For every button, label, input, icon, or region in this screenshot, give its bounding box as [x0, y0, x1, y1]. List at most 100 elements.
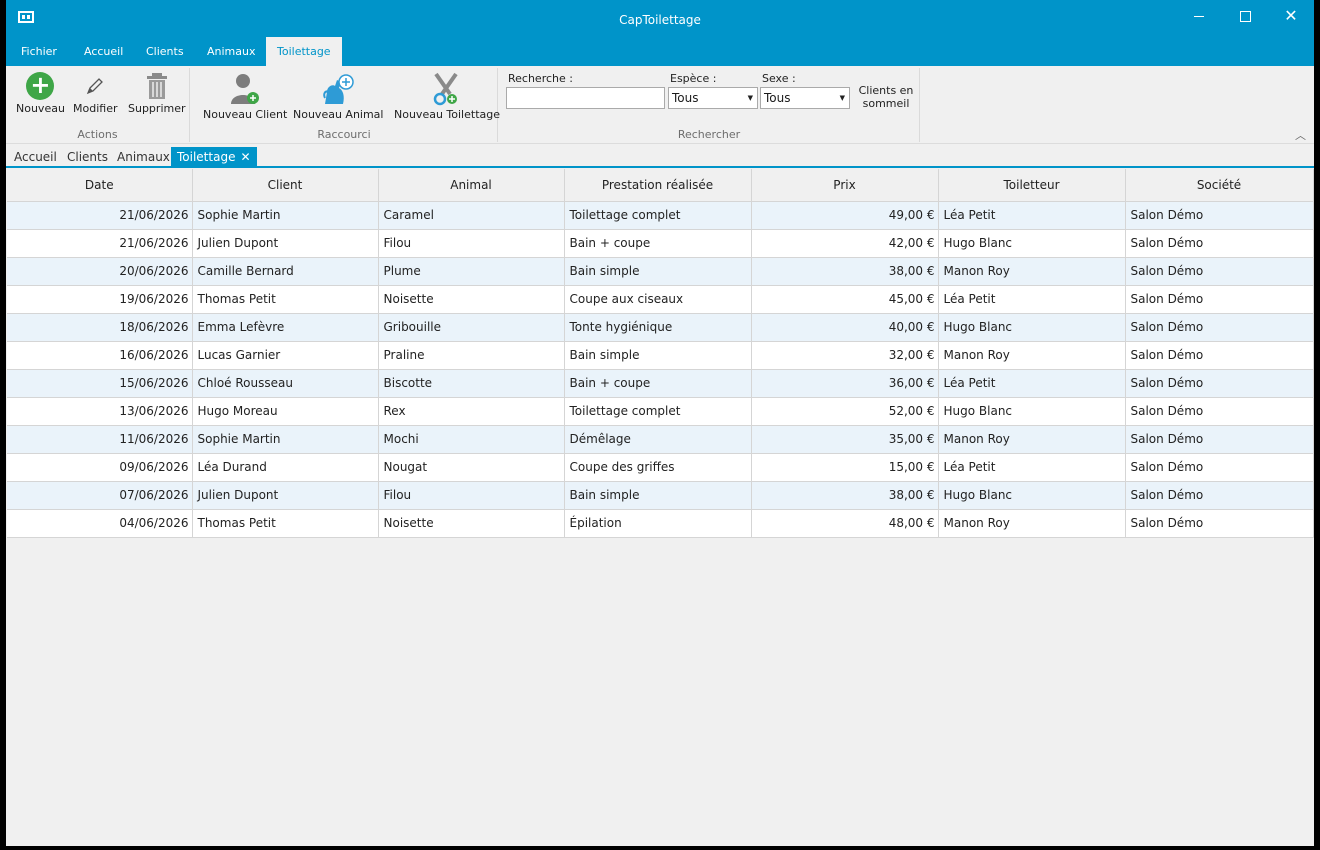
client-cell[interactable]: Thomas Petit — [192, 509, 379, 538]
animal-cell[interactable]: Filou — [378, 229, 565, 258]
table-row[interactable]: 16/06/2026 Lucas Garnier Praline Bain simpl… — [7, 341, 1314, 370]
groomer-cell[interactable]: Léa Petit — [938, 201, 1126, 230]
search-input[interactable] — [506, 87, 665, 109]
price-cell[interactable]: 40,00 € — [751, 313, 939, 342]
animal-cell[interactable]: Filou — [378, 481, 565, 510]
service-cell[interactable]: Bain + coupe — [564, 229, 752, 258]
doc-tab-animaux[interactable]: Animaux — [113, 147, 174, 168]
date-cell[interactable]: 16/06/2026 — [7, 341, 193, 370]
animal-cell[interactable]: Mochi — [378, 425, 565, 454]
client-cell[interactable]: Sophie Martin — [192, 425, 379, 454]
table-row[interactable]: 21/06/2026 Julien Dupont Filou Bain + coupe… — [7, 229, 1314, 258]
price-cell[interactable]: 42,00 € — [751, 229, 939, 258]
service-cell[interactable]: Toilettage complet — [564, 201, 752, 230]
price-cell[interactable]: 48,00 € — [751, 509, 939, 538]
service-cell[interactable]: Coupe aux ciseaux — [564, 285, 752, 314]
groomer-cell[interactable]: Manon Roy — [938, 509, 1126, 538]
price-cell[interactable]: 49,00 € — [751, 201, 939, 230]
company-cell[interactable]: Salon Démo — [1125, 369, 1314, 398]
price-cell[interactable]: 32,00 € — [751, 341, 939, 370]
client-cell[interactable]: Julien Dupont — [192, 229, 379, 258]
edit-button[interactable]: Modifier — [73, 72, 117, 115]
column-header-price[interactable]: Prix — [751, 169, 939, 202]
date-cell[interactable]: 21/06/2026 — [7, 229, 193, 258]
groomer-cell[interactable]: Manon Roy — [938, 341, 1126, 370]
service-cell[interactable]: Bain simple — [564, 341, 752, 370]
company-cell[interactable]: Salon Démo — [1125, 313, 1314, 342]
price-cell[interactable]: 52,00 € — [751, 397, 939, 426]
price-cell[interactable]: 38,00 € — [751, 481, 939, 510]
close-tab-icon[interactable]: ✕ — [240, 150, 250, 164]
table-row[interactable]: 11/06/2026 Sophie Martin Mochi Démêlage 35,0… — [7, 425, 1314, 454]
table-row[interactable]: 15/06/2026 Chloé Rousseau Biscotte Bain + c… — [7, 369, 1314, 398]
date-cell[interactable]: 21/06/2026 — [7, 201, 193, 230]
animal-cell[interactable]: Noisette — [378, 509, 565, 538]
animal-cell[interactable]: Praline — [378, 341, 565, 370]
service-cell[interactable]: Tonte hygiénique — [564, 313, 752, 342]
collapse-ribbon-icon[interactable]: ︿ — [1295, 127, 1306, 143]
groomer-cell[interactable]: Hugo Blanc — [938, 481, 1126, 510]
tab-accueil[interactable]: Accueil — [73, 37, 134, 66]
new-animal-button[interactable]: Nouveau Animal — [293, 72, 383, 121]
price-cell[interactable]: 38,00 € — [751, 257, 939, 286]
column-header-animal[interactable]: Animal — [378, 169, 565, 202]
animal-cell[interactable]: Plume — [378, 257, 565, 286]
service-cell[interactable]: Bain simple — [564, 481, 752, 510]
column-header-date[interactable]: Date — [7, 169, 193, 202]
service-cell[interactable]: Toilettage complet — [564, 397, 752, 426]
client-cell[interactable]: Chloé Rousseau — [192, 369, 379, 398]
tab-animaux[interactable]: Animaux — [196, 37, 267, 66]
animal-cell[interactable]: Rex — [378, 397, 565, 426]
company-cell[interactable]: Salon Démo — [1125, 341, 1314, 370]
groomer-cell[interactable]: Hugo Blanc — [938, 229, 1126, 258]
delete-button[interactable]: Supprimer — [128, 72, 186, 115]
date-cell[interactable]: 13/06/2026 — [7, 397, 193, 426]
animal-cell[interactable]: Gribouille — [378, 313, 565, 342]
date-cell[interactable]: 11/06/2026 — [7, 425, 193, 454]
service-cell[interactable]: Bain simple — [564, 257, 752, 286]
animal-cell[interactable]: Biscotte — [378, 369, 565, 398]
column-header-service[interactable]: Prestation réalisée — [564, 169, 752, 202]
company-cell[interactable]: Salon Démo — [1125, 201, 1314, 230]
client-cell[interactable]: Sophie Martin — [192, 201, 379, 230]
client-cell[interactable]: Camille Bernard — [192, 257, 379, 286]
new-button[interactable]: + Nouveau — [16, 72, 65, 116]
groomer-cell[interactable]: Hugo Blanc — [938, 313, 1126, 342]
service-cell[interactable]: Coupe des griffes — [564, 453, 752, 482]
date-cell[interactable]: 15/06/2026 — [7, 369, 193, 398]
company-cell[interactable]: Salon Démo — [1125, 229, 1314, 258]
groomer-cell[interactable]: Manon Roy — [938, 257, 1126, 286]
service-cell[interactable]: Démêlage — [564, 425, 752, 454]
column-header-company[interactable]: Société — [1125, 169, 1314, 202]
client-cell[interactable]: Hugo Moreau — [192, 397, 379, 426]
maximize-button[interactable] — [1222, 0, 1268, 32]
groomer-cell[interactable]: Léa Petit — [938, 453, 1126, 482]
table-row[interactable]: 19/06/2026 Thomas Petit Noisette Coupe aux … — [7, 285, 1314, 314]
date-cell[interactable]: 09/06/2026 — [7, 453, 193, 482]
column-header-groomer[interactable]: Toiletteur — [938, 169, 1126, 202]
client-cell[interactable]: Léa Durand — [192, 453, 379, 482]
table-row[interactable]: 04/06/2026 Thomas Petit Noisette Épilation 4… — [7, 509, 1314, 538]
price-cell[interactable]: 45,00 € — [751, 285, 939, 314]
doc-tab-clients[interactable]: Clients — [63, 147, 112, 168]
company-cell[interactable]: Salon Démo — [1125, 509, 1314, 538]
table-row[interactable]: 21/06/2026 Sophie Martin Caramel Toilettage… — [7, 201, 1314, 230]
groomer-cell[interactable]: Léa Petit — [938, 285, 1126, 314]
animal-cell[interactable]: Caramel — [378, 201, 565, 230]
company-cell[interactable]: Salon Démo — [1125, 397, 1314, 426]
client-cell[interactable]: Lucas Garnier — [192, 341, 379, 370]
service-cell[interactable]: Bain + coupe — [564, 369, 752, 398]
new-grooming-button[interactable]: Nouveau Toilettage — [394, 72, 500, 121]
price-cell[interactable]: 36,00 € — [751, 369, 939, 398]
client-cell[interactable]: Thomas Petit — [192, 285, 379, 314]
groomer-cell[interactable]: Léa Petit — [938, 369, 1126, 398]
sex-select[interactable]: Tous ▼ — [760, 87, 850, 109]
new-client-button[interactable]: Nouveau Client — [203, 72, 287, 121]
animal-cell[interactable]: Noisette — [378, 285, 565, 314]
groomer-cell[interactable]: Manon Roy — [938, 425, 1126, 454]
table-row[interactable]: 09/06/2026 Léa Durand Nougat Coupe des grif… — [7, 453, 1314, 482]
tab-fichier[interactable]: Fichier — [10, 37, 68, 66]
company-cell[interactable]: Salon Démo — [1125, 285, 1314, 314]
date-cell[interactable]: 04/06/2026 — [7, 509, 193, 538]
sleeping-clients-toggle[interactable]: Clients en sommeil — [854, 84, 918, 110]
